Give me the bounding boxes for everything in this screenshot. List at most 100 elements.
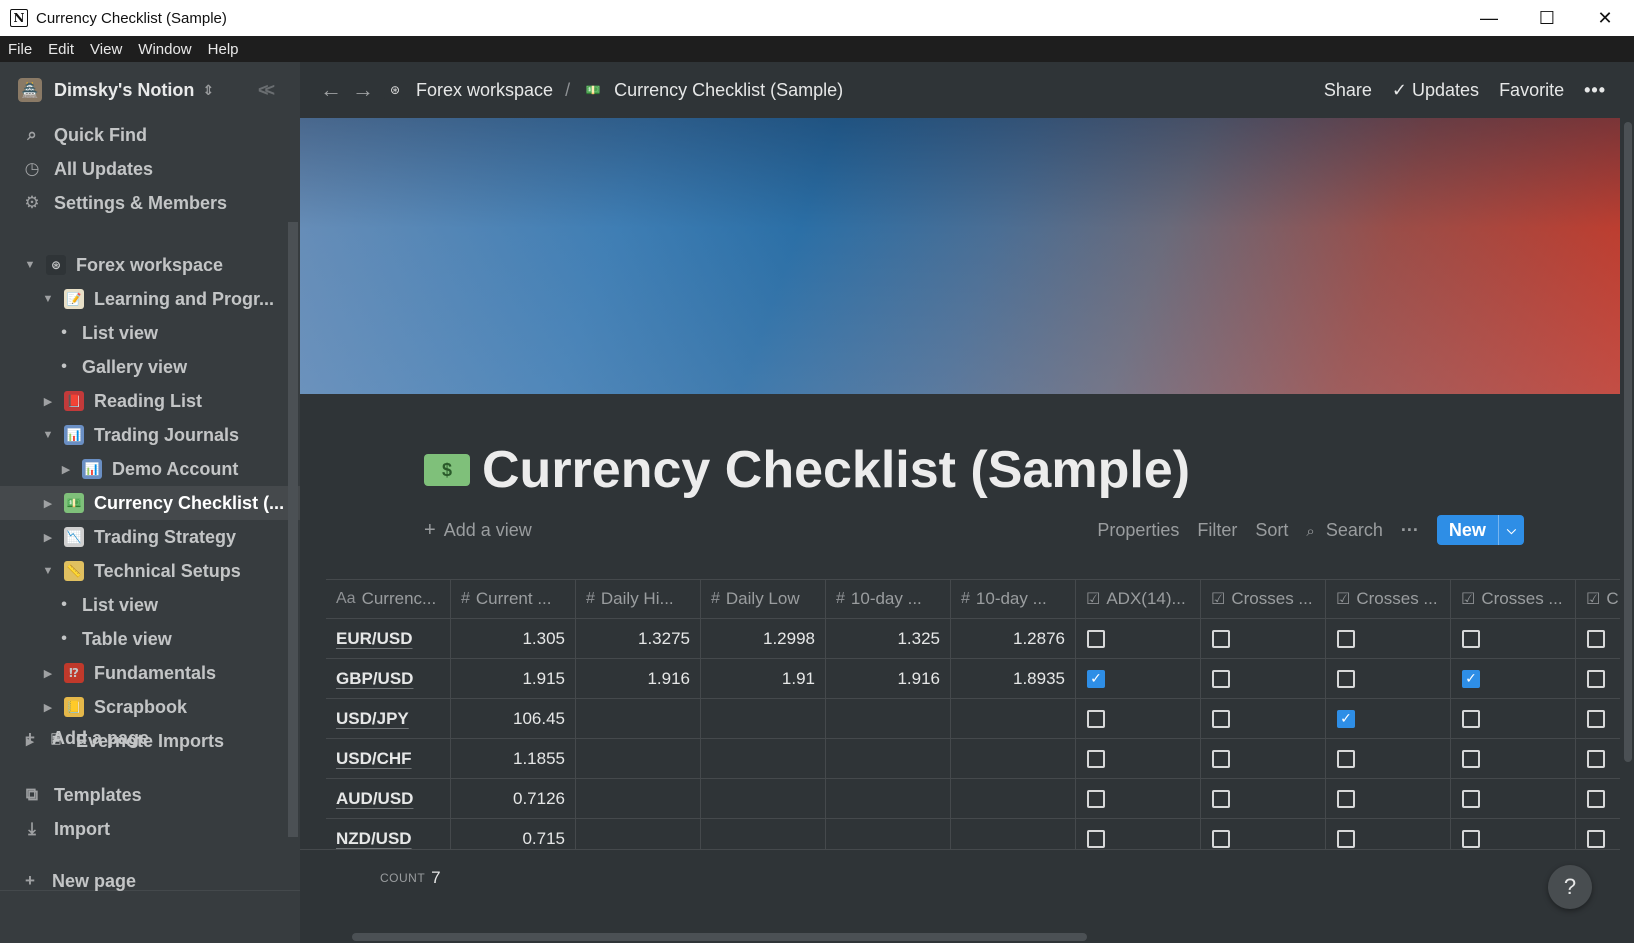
checkbox-cell[interactable]: ✓: [1451, 659, 1576, 698]
checkbox-cell[interactable]: [1326, 619, 1451, 658]
number-cell[interactable]: [826, 779, 951, 818]
checkbox-unchecked[interactable]: [1587, 829, 1605, 848]
checkbox-cell[interactable]: ✓: [1076, 659, 1201, 698]
checkbox-unchecked[interactable]: [1087, 629, 1105, 648]
horizontal-scrollbar[interactable]: [352, 933, 1087, 941]
sidebar-item-learning-and-progr[interactable]: ▼ 📝 Learning and Progr...: [0, 282, 300, 316]
checkbox-unchecked[interactable]: [1337, 749, 1355, 768]
number-cell[interactable]: [951, 739, 1076, 778]
new-button[interactable]: New: [1437, 520, 1498, 541]
number-cell[interactable]: [701, 739, 826, 778]
column-header[interactable]: ☑ Crosses ...: [1326, 580, 1451, 618]
page-title-text[interactable]: Currency Checklist (Sample): [482, 440, 1190, 500]
number-cell[interactable]: [701, 819, 826, 849]
number-cell[interactable]: [576, 739, 701, 778]
table-row[interactable]: AUD/USD 0.7126: [326, 779, 1620, 819]
caret-down-icon[interactable]: ▼: [22, 259, 38, 271]
column-header[interactable]: # Current ...: [451, 580, 576, 618]
sidebar-item-list-view[interactable]: • List view: [0, 588, 300, 622]
number-cell[interactable]: [826, 699, 951, 738]
more-icon[interactable]: ···: [1401, 520, 1419, 541]
checkbox-unchecked[interactable]: [1212, 829, 1230, 848]
sidebar-item-reading-list[interactable]: ▶ 📕 Reading List: [0, 384, 300, 418]
filter-button[interactable]: Filter: [1197, 520, 1237, 541]
caret-down-icon[interactable]: ▼: [40, 429, 56, 441]
caret-right-icon[interactable]: ▶: [40, 395, 56, 408]
menu-view[interactable]: View: [90, 41, 122, 58]
menu-file[interactable]: File: [8, 41, 32, 58]
sidebar-scrollbar[interactable]: [288, 222, 298, 837]
column-header[interactable]: ☑ Crosses ...: [1451, 580, 1576, 618]
checkbox-cell[interactable]: ✓: [1326, 699, 1451, 738]
checkbox-unchecked[interactable]: [1587, 789, 1605, 808]
number-cell[interactable]: 1.916: [826, 659, 951, 698]
checkbox-unchecked[interactable]: [1087, 829, 1105, 848]
checkbox-unchecked[interactable]: [1212, 789, 1230, 808]
number-cell[interactable]: [951, 699, 1076, 738]
checkbox-cell[interactable]: [1076, 779, 1201, 818]
number-cell[interactable]: [701, 699, 826, 738]
favorite-button[interactable]: Favorite: [1499, 80, 1564, 101]
number-cell[interactable]: 1.8935: [951, 659, 1076, 698]
checkbox-unchecked[interactable]: [1087, 709, 1105, 728]
column-header[interactable]: ☑ ADX(14)...: [1076, 580, 1201, 618]
checkbox-cell[interactable]: [1201, 699, 1326, 738]
workspace-switcher[interactable]: 🏯 Dimsky's Notion ⇕ <<: [0, 62, 300, 118]
more-options-icon[interactable]: •••: [1584, 80, 1606, 101]
page-cover-image[interactable]: [300, 118, 1620, 394]
menu-help[interactable]: Help: [208, 41, 239, 58]
number-cell[interactable]: 0.7126: [451, 779, 576, 818]
checkbox-cell[interactable]: [1576, 819, 1620, 849]
number-cell[interactable]: 1.1855: [451, 739, 576, 778]
checkbox-cell[interactable]: [1576, 659, 1620, 698]
checkbox-unchecked[interactable]: [1212, 629, 1230, 648]
table-row[interactable]: USD/JPY 106.45 ✓: [326, 699, 1620, 739]
sidebar-item-forex-workspace[interactable]: ▼ ⊛ Forex workspace: [0, 248, 300, 282]
checkbox-cell[interactable]: [1201, 739, 1326, 778]
number-cell[interactable]: [576, 779, 701, 818]
number-cell[interactable]: 0.715: [451, 819, 576, 849]
number-cell[interactable]: [826, 819, 951, 849]
sidebar-item-scrapbook[interactable]: ▶ 📒 Scrapbook: [0, 690, 300, 724]
number-cell[interactable]: 1.305: [451, 619, 576, 658]
checkbox-unchecked[interactable]: [1587, 669, 1605, 688]
number-cell[interactable]: 1.3275: [576, 619, 701, 658]
number-cell[interactable]: [951, 819, 1076, 849]
caret-down-icon[interactable]: ▼: [40, 293, 56, 305]
main-scrollbar-thumb[interactable]: [1624, 122, 1632, 762]
checkbox-cell[interactable]: [1326, 819, 1451, 849]
menu-edit[interactable]: Edit: [48, 41, 74, 58]
maximize-icon[interactable]: ☐: [1518, 0, 1576, 36]
checkbox-unchecked[interactable]: [1587, 629, 1605, 648]
column-header[interactable]: ☑ Crosses ...: [1201, 580, 1326, 618]
sidebar-item-list-view[interactable]: • List view: [0, 316, 300, 350]
sidebar-add-page[interactable]: + Add a page: [0, 721, 300, 755]
currency-pair-cell[interactable]: EUR/USD: [326, 619, 451, 658]
currency-pair-cell[interactable]: GBP/USD: [326, 659, 451, 698]
checkbox-unchecked[interactable]: [1087, 749, 1105, 768]
sidebar-item-table-view[interactable]: • Table view: [0, 622, 300, 656]
table-row[interactable]: GBP/USD 1.915 1.916 1.91 1.916 1.8935 ✓ ✓: [326, 659, 1620, 699]
currency-pair-cell[interactable]: AUD/USD: [326, 779, 451, 818]
column-header[interactable]: #10-day ...: [826, 580, 951, 618]
checkbox-unchecked[interactable]: [1462, 749, 1480, 768]
checkbox-cell[interactable]: [1076, 819, 1201, 849]
forward-arrow-icon[interactable]: →: [352, 77, 374, 103]
sidebar-templates[interactable]: ⧉ Templates: [0, 778, 300, 812]
column-header[interactable]: #10-day ...: [951, 580, 1076, 618]
sidebar-item-trading-journals[interactable]: ▼ 📊 Trading Journals: [0, 418, 300, 452]
updates-button[interactable]: ✓ Updates: [1392, 80, 1479, 101]
caret-right-icon[interactable]: ▶: [40, 531, 56, 544]
checkbox-cell[interactable]: [1451, 819, 1576, 849]
back-arrow-icon[interactable]: ←: [320, 77, 342, 103]
currency-pair-cell[interactable]: USD/CHF: [326, 739, 451, 778]
sidebar-item-gallery-view[interactable]: • Gallery view: [0, 350, 300, 384]
sidebar-all-updates[interactable]: ◷ All Updates: [0, 152, 300, 186]
checkbox-unchecked[interactable]: [1337, 829, 1355, 848]
checkbox-cell[interactable]: [1076, 619, 1201, 658]
number-cell[interactable]: 1.2998: [701, 619, 826, 658]
checkbox-cell[interactable]: [1076, 699, 1201, 738]
sidebar-item-demo-account[interactable]: ▶ 📊 Demo Account: [0, 452, 300, 486]
checkbox-checked[interactable]: ✓: [1087, 669, 1105, 688]
checkbox-cell[interactable]: [1576, 739, 1620, 778]
